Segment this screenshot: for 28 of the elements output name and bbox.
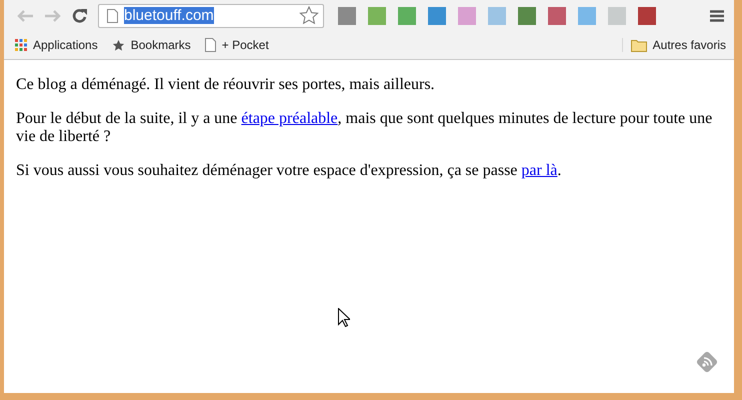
menu-icon[interactable]: [710, 10, 724, 22]
extension-icon[interactable]: [518, 6, 536, 24]
page-icon: [204, 38, 216, 52]
extension-icon[interactable]: [638, 6, 656, 24]
paragraph: Pour le début de la suite, il y a une étape préalable, mais que sont quelques minutes de lecture pour toute une vie de liberté ?: [16, 110, 714, 146]
bookmark-item[interactable]: Bookmarks: [112, 38, 191, 52]
extension-icon[interactable]: [398, 6, 416, 24]
address-bar[interactable]: bluetouff.com: [98, 4, 324, 28]
bookmark-item[interactable]: Applications: [15, 38, 98, 52]
star-icon: [112, 38, 125, 52]
reload-icon[interactable]: [72, 8, 88, 24]
extension-icon[interactable]: [548, 6, 566, 24]
page-icon: [107, 8, 118, 22]
folder-icon: [630, 38, 647, 52]
paragraph: Si vous aussi vous souhaitez déménager votre espace d'expression, ça se passe par là.: [16, 162, 562, 180]
bookmark-folder[interactable]: Autres favoris: [622, 38, 726, 52]
bookmark-item[interactable]: + Pocket: [204, 38, 269, 52]
paragraph: Ce blog a déménagé. Il vient de réouvrir ses portes, mais ailleurs.: [16, 76, 436, 94]
url-text: bluetouff.com: [124, 7, 214, 24]
link[interactable]: par là: [521, 162, 558, 179]
apps-grid-icon: [15, 39, 27, 51]
back-icon[interactable]: [16, 8, 34, 22]
mouse-pointer-icon: [338, 308, 350, 327]
link[interactable]: étape préalable: [241, 110, 338, 127]
star-icon[interactable]: [299, 6, 319, 25]
forward-icon[interactable]: [44, 8, 62, 22]
extension-icon[interactable]: [428, 6, 446, 24]
extension-icon[interactable]: [338, 6, 356, 24]
